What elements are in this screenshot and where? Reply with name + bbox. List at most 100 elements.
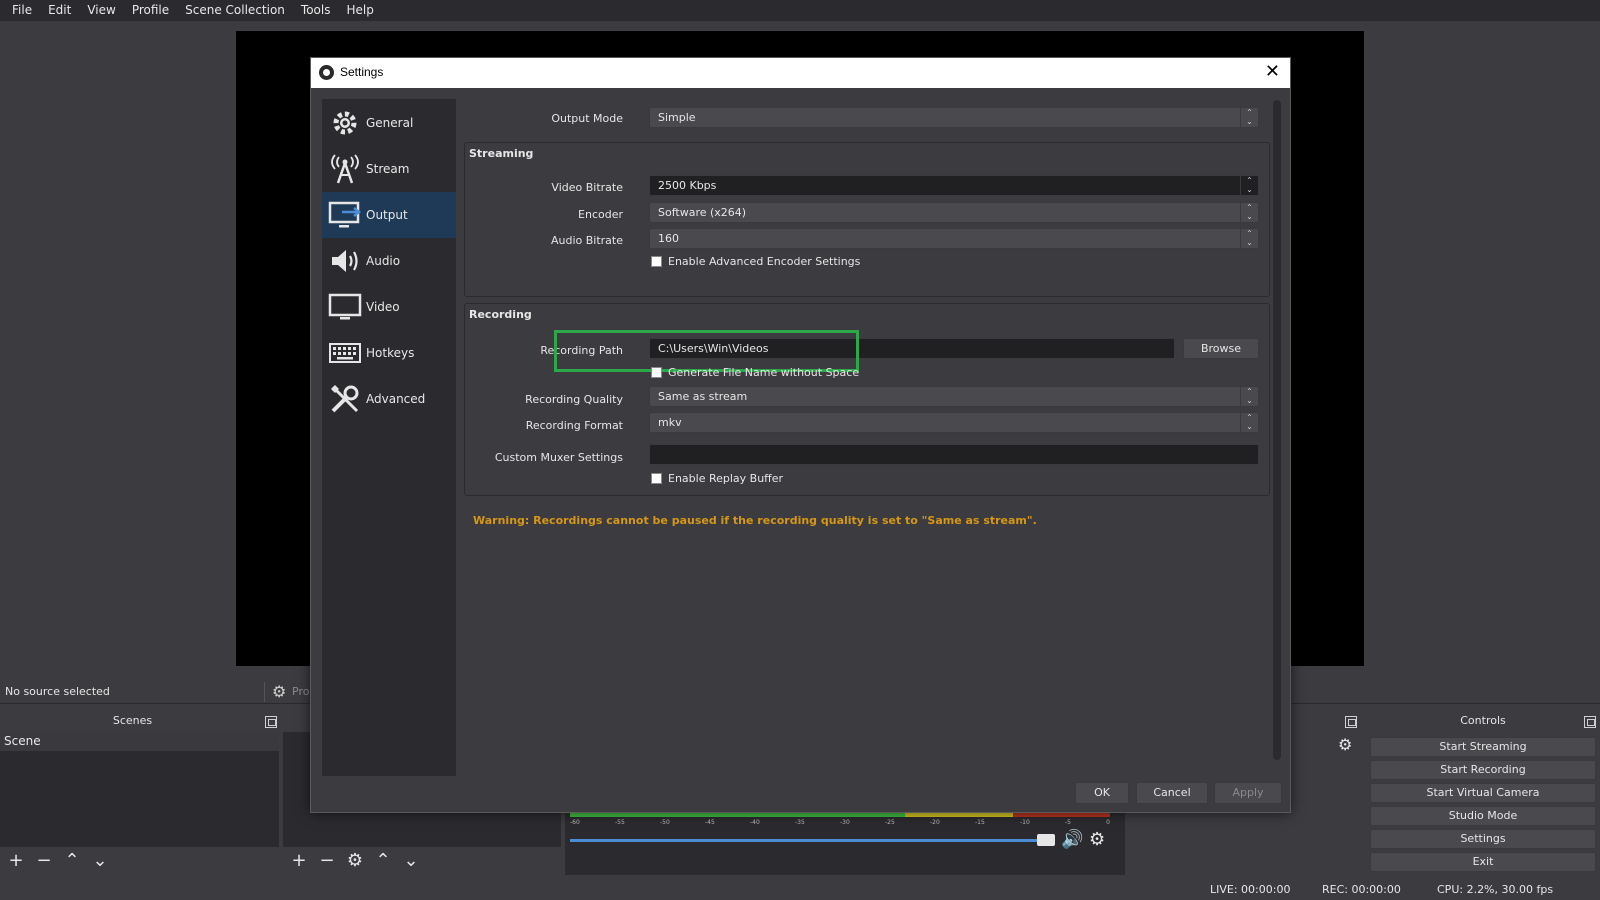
gear-icon	[325, 103, 365, 143]
sidebar-item-hotkeys[interactable]: Hotkeys	[322, 330, 456, 376]
gear-icon[interactable]: ⚙	[272, 682, 286, 701]
streaming-group-title: Streaming	[469, 147, 534, 160]
audio-mixer: -60 -55 -50 -45 -40 -35 -30 -25 -20 -15 …	[565, 805, 1125, 875]
volume-meter	[570, 813, 1110, 817]
scene-item[interactable]: Scene	[0, 732, 279, 751]
browse-button[interactable]: Browse	[1183, 338, 1259, 359]
keyboard-icon	[325, 333, 365, 373]
video-bitrate-label: Video Bitrate	[551, 181, 623, 194]
chevron-up-icon[interactable]: ⌃	[60, 849, 84, 873]
encoder-value: Software (x264)	[658, 206, 747, 219]
updown-icon: ⌃ ⌄	[1240, 413, 1258, 432]
sidebar-item-output[interactable]: Output	[322, 192, 456, 238]
menu-bar: File Edit View Profile Scene Collection …	[0, 0, 1600, 21]
sidebar-item-general[interactable]: General	[322, 100, 456, 146]
meter-tick: -15	[975, 819, 985, 826]
start-streaming-button[interactable]: Start Streaming	[1370, 737, 1596, 757]
sidebar-item-stream[interactable]: Stream	[322, 146, 456, 192]
audio-bitrate-label: Audio Bitrate	[550, 234, 623, 247]
undock-icon[interactable]	[265, 716, 277, 728]
stepper-icon[interactable]: ⌃ ⌄	[1240, 176, 1258, 195]
studio-mode-button[interactable]: Studio Mode	[1370, 806, 1596, 826]
dialog-titlebar: Settings ✕	[311, 58, 1290, 88]
encoder-select[interactable]: Software (x264) ⌃ ⌄	[649, 202, 1259, 223]
apply-button[interactable]: Apply	[1214, 782, 1282, 804]
monitor-arrow-icon	[325, 195, 365, 235]
settings-button[interactable]: Settings	[1370, 829, 1596, 849]
meter-tick: -40	[750, 819, 760, 826]
dialog-title: Settings	[340, 65, 384, 79]
recording-quality-value: Same as stream	[658, 390, 748, 403]
no-space-label: Generate File Name without Space	[668, 366, 860, 379]
remove-icon[interactable]: −	[315, 849, 339, 873]
sidebar-item-video[interactable]: Video	[322, 284, 456, 330]
menu-help[interactable]: Help	[338, 0, 381, 21]
sidebar-item-advanced[interactable]: Advanced	[322, 376, 456, 422]
updown-icon: ⌃ ⌄	[1240, 229, 1258, 248]
scenes-title: Scenes	[0, 710, 265, 732]
chevron-down-icon[interactable]: ⌄	[88, 849, 112, 873]
add-icon[interactable]: +	[4, 849, 28, 873]
properties-label[interactable]: Pro	[292, 685, 309, 698]
no-space-checkbox[interactable]	[651, 367, 662, 378]
meter-scale: -60 -55 -50 -45 -40 -35 -30 -25 -20 -15 …	[570, 819, 1110, 826]
cancel-button[interactable]: Cancel	[1136, 782, 1208, 804]
meter-tick: -55	[615, 819, 625, 826]
advanced-encoder-checkbox-row[interactable]: Enable Advanced Encoder Settings	[651, 255, 860, 268]
no-space-checkbox-row[interactable]: Generate File Name without Space	[651, 366, 859, 379]
replay-buffer-checkbox[interactable]	[651, 473, 662, 484]
volume-slider-track[interactable]	[570, 839, 1050, 842]
gear-icon[interactable]: ⚙	[1338, 735, 1352, 754]
custom-muxer-input[interactable]	[649, 444, 1259, 465]
gear-icon[interactable]: ⚙	[1089, 829, 1105, 850]
updown-icon: ⌃ ⌄	[1240, 203, 1258, 222]
meter-tick: -30	[840, 819, 850, 826]
recording-format-value: mkv	[658, 416, 682, 429]
menu-view[interactable]: View	[79, 0, 123, 21]
menu-edit[interactable]: Edit	[40, 0, 79, 21]
menu-file[interactable]: File	[4, 0, 40, 21]
menu-scene-collection[interactable]: Scene Collection	[177, 0, 293, 21]
custom-muxer-label: Custom Muxer Settings	[494, 451, 623, 464]
gear-icon[interactable]: ⚙	[343, 849, 367, 873]
advanced-encoder-label: Enable Advanced Encoder Settings	[668, 255, 861, 268]
remove-icon[interactable]: −	[32, 849, 56, 873]
speaker-icon	[325, 241, 365, 281]
encoder-label: Encoder	[578, 208, 623, 221]
meter-tick: -35	[795, 819, 805, 826]
sources-toolbar: + − ⚙ ⌃ ⌄	[283, 847, 423, 875]
status-bar: LIVE: 00:00:00 REC: 00:00:00 CPU: 2.2%, …	[0, 878, 1600, 900]
replay-buffer-checkbox-row[interactable]: Enable Replay Buffer	[651, 472, 783, 485]
meter-tick: 0	[1106, 819, 1110, 826]
scenes-toolbar: + − ⌃ ⌄	[0, 847, 112, 875]
recording-quality-select[interactable]: Same as stream ⌃ ⌄	[649, 386, 1259, 407]
start-virtual-camera-button[interactable]: Start Virtual Camera	[1370, 783, 1596, 803]
volume-slider-handle[interactable]	[1037, 834, 1055, 846]
speaker-icon[interactable]: 🔊	[1061, 829, 1083, 850]
meter-tick: -10	[1020, 819, 1030, 826]
sidebar-item-audio[interactable]: Audio	[322, 238, 456, 284]
start-recording-button[interactable]: Start Recording	[1370, 760, 1596, 780]
video-bitrate-value: 2500 Kbps	[658, 179, 717, 192]
advanced-encoder-checkbox[interactable]	[651, 256, 662, 267]
close-icon[interactable]: ✕	[1265, 61, 1280, 83]
meter-tick: -45	[705, 819, 715, 826]
add-icon[interactable]: +	[287, 849, 311, 873]
output-mode-select[interactable]: Simple ⌃ ⌄	[649, 107, 1259, 128]
video-bitrate-input[interactable]: 2500 Kbps ⌃ ⌄	[649, 175, 1259, 196]
recording-format-select[interactable]: mkv ⌃ ⌄	[649, 412, 1259, 433]
dialog-scrollbar[interactable]	[1273, 100, 1281, 760]
divider	[264, 682, 265, 702]
chevron-down-icon[interactable]: ⌄	[399, 849, 423, 873]
menu-tools[interactable]: Tools	[293, 0, 339, 21]
undock-icon[interactable]	[1584, 716, 1596, 728]
menu-profile[interactable]: Profile	[124, 0, 177, 21]
ok-button[interactable]: OK	[1075, 782, 1129, 804]
audio-bitrate-select[interactable]: 160 ⌃ ⌄	[649, 228, 1259, 249]
exit-button[interactable]: Exit	[1370, 852, 1596, 872]
recording-quality-label: Recording Quality	[525, 393, 623, 406]
sidebar-item-label: Audio	[366, 254, 401, 268]
undock-icon[interactable]	[1345, 716, 1357, 728]
chevron-up-icon[interactable]: ⌃	[371, 849, 395, 873]
antenna-icon	[325, 149, 365, 189]
